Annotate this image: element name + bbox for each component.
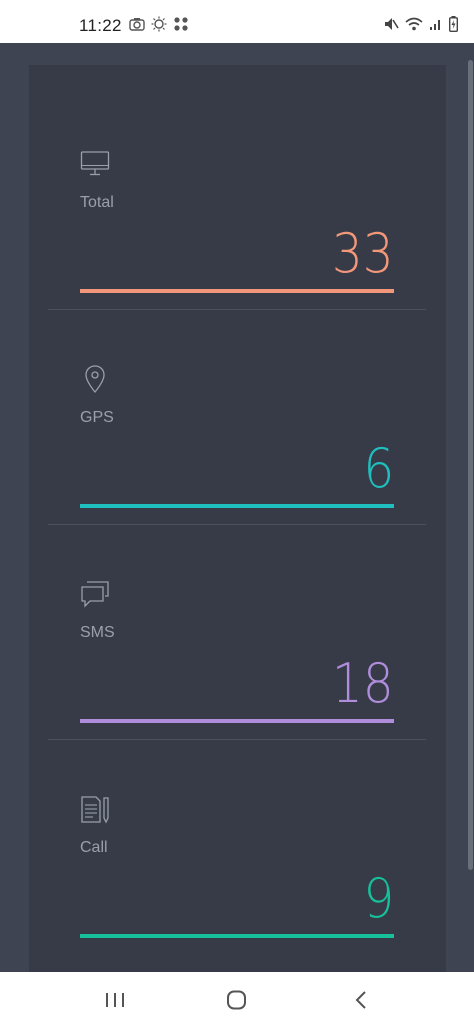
stat-bar xyxy=(80,289,394,293)
stat-value: 33 xyxy=(332,222,394,285)
scrollbar[interactable] xyxy=(468,60,473,870)
status-bar: 11:22 xyxy=(0,0,474,43)
camera-icon xyxy=(129,18,145,31)
stat-label: SMS xyxy=(80,624,115,641)
home-icon[interactable] xyxy=(225,990,249,1010)
stat-value: 18 xyxy=(332,652,394,715)
stat-bar xyxy=(80,934,394,938)
status-time: 11:22 xyxy=(79,16,122,35)
location-pin-icon xyxy=(85,365,105,393)
mute-icon xyxy=(385,18,399,30)
stat-bar xyxy=(80,719,394,723)
document-pen-icon xyxy=(81,796,109,824)
stat-value: 9 xyxy=(363,867,394,930)
recent-apps-icon[interactable] xyxy=(103,990,127,1010)
wifi-icon xyxy=(405,17,423,31)
stat-value: 6 xyxy=(363,437,394,500)
battery-icon xyxy=(449,16,458,32)
stat-card-sms[interactable]: SMS 18 xyxy=(48,524,426,740)
signal-icon xyxy=(430,20,440,30)
monitor-icon xyxy=(80,151,110,176)
stat-bar xyxy=(80,504,394,508)
back-icon[interactable] xyxy=(350,990,374,1010)
status-system-icons xyxy=(383,16,458,32)
app-grid-icon xyxy=(174,17,188,31)
system-nav-bar xyxy=(0,972,474,1027)
stat-card-total[interactable]: Total 33 xyxy=(48,94,426,310)
stat-label: GPS xyxy=(80,409,114,426)
stat-card-call[interactable]: Call 9 xyxy=(48,739,426,954)
stat-label: Total xyxy=(80,194,114,211)
sun-icon xyxy=(151,16,167,32)
stat-label: Call xyxy=(80,839,108,856)
stat-card-gps[interactable]: GPS 6 xyxy=(48,309,426,525)
chat-bubbles-icon xyxy=(81,581,109,608)
status-notification-icons xyxy=(129,16,189,32)
